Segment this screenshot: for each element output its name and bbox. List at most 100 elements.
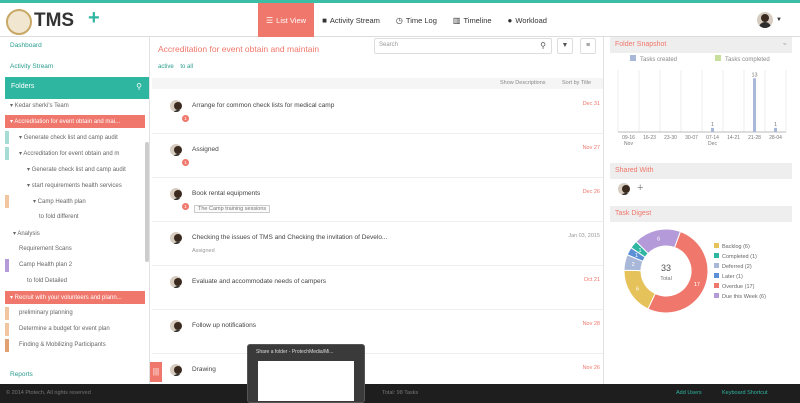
- assignee-avatar[interactable]: [170, 144, 182, 156]
- chevron-down-icon[interactable]: ▼: [776, 17, 782, 23]
- legend-swatch-completed: [715, 55, 721, 61]
- task-tag[interactable]: The Camp training sessions: [194, 205, 271, 213]
- bar[interactable]: [711, 127, 714, 132]
- task-row[interactable]: 1 Book rental equipments Dec 26 The Camp tr…: [152, 178, 603, 222]
- folder-snapshot-header: Folder Snapshot ⌁: [610, 37, 792, 53]
- task-title[interactable]: Follow up notifications: [192, 322, 256, 329]
- task-list-panel: Accreditation for event obtain and maint…: [152, 37, 604, 384]
- panel-title: Task Digest: [615, 210, 652, 217]
- search-icon[interactable]: ⚲: [136, 82, 142, 91]
- sidebar-item-dashboard[interactable]: Dashboard: [10, 42, 42, 49]
- scrollbar[interactable]: [145, 142, 149, 262]
- assignee-avatar[interactable]: [170, 276, 182, 288]
- task-digest-header: Task Digest: [610, 206, 792, 222]
- app-name[interactable]: TMS: [34, 10, 74, 32]
- task-title[interactable]: Checking the issues of TMS and Checking …: [192, 234, 387, 241]
- tree-item[interactable]: to fold Detailed: [5, 275, 145, 288]
- task-title[interactable]: Evaluate and accommodate needs of camper…: [192, 278, 326, 285]
- slice-value-label: 6: [636, 287, 639, 293]
- legend-label: Backlog (6): [722, 244, 750, 250]
- tree-item[interactable]: Camp Health plan 2: [5, 259, 145, 272]
- keyboard-shortcut-link[interactable]: Keyboard Shortcut: [722, 390, 768, 396]
- task-title[interactable]: Book rental equipments: [192, 190, 260, 197]
- task-row[interactable]: Checking the issues of TMS and Checking …: [152, 222, 603, 266]
- tab-time-log[interactable]: ◷ Time Log: [388, 3, 445, 37]
- tab-label: Timeline: [463, 15, 492, 25]
- assignee-avatar[interactable]: [170, 232, 182, 244]
- filter-all[interactable]: to all: [180, 64, 193, 70]
- list-icon: ☰: [266, 15, 274, 25]
- window-thumbnail[interactable]: Share a folder - ProtechMedia/Mi...: [247, 344, 365, 403]
- tree-item[interactable]: ▾ Generate check list and camp audit: [5, 131, 145, 144]
- x-tick-label: 14-21: [727, 135, 740, 141]
- show-descriptions-link[interactable]: Show Descriptions: [500, 80, 546, 86]
- tab-timeline[interactable]: ▥ Timeline: [445, 3, 500, 37]
- task-row[interactable]: Drawing Nov 26: [152, 354, 603, 384]
- folder-snapshot-chart: Tasks created Tasks completed 113109-16N…: [617, 55, 787, 147]
- task-title[interactable]: Assigned: [192, 146, 219, 153]
- legend-swatch: [714, 243, 719, 248]
- logo-icon[interactable]: [6, 9, 32, 35]
- tree-item[interactable]: ▾ Accreditation for event obtain and mai…: [5, 115, 145, 128]
- add-users-link[interactable]: Add Users: [676, 390, 702, 396]
- rss-icon[interactable]: ⌁: [783, 40, 787, 48]
- tab-activity-stream[interactable]: ■ Activity Stream: [314, 3, 388, 37]
- search-icon[interactable]: ⚲: [540, 41, 546, 50]
- digest-legend: Backlog (6) Completed (1) Deferred (2) Late…: [714, 243, 766, 300]
- bar-data-label: 1: [774, 122, 777, 128]
- assignee-avatar[interactable]: [170, 364, 182, 376]
- sidebar-item-reports[interactable]: Reports: [10, 371, 33, 378]
- user-avatar[interactable]: [757, 12, 773, 28]
- tab-list-view[interactable]: ☰ List View: [258, 3, 315, 37]
- legend-label: Due this Week (6): [722, 294, 766, 300]
- tree-item[interactable]: ▾ Generate check list and camp audit: [5, 163, 145, 176]
- menu-button[interactable]: ≡: [580, 38, 596, 54]
- tree-item[interactable]: preliminary planning: [5, 307, 145, 320]
- search-input[interactable]: Search ⚲: [374, 38, 552, 54]
- user-icon: ●: [507, 15, 513, 25]
- tree-item[interactable]: to fold different: [5, 211, 145, 224]
- tree-item[interactable]: ▾ start requirements health services: [5, 179, 145, 192]
- task-row[interactable]: Follow up notifications Nov 28: [152, 310, 603, 354]
- bar[interactable]: [753, 78, 756, 132]
- slice-value-label: 2: [632, 262, 635, 268]
- add-share-icon[interactable]: +: [637, 182, 643, 194]
- page-title: Accreditation for event obtain and maint…: [158, 44, 320, 54]
- tree-item[interactable]: ▾ Analysis: [5, 227, 145, 240]
- tree-item[interactable]: Finding & Mobilizing Participants: [5, 339, 145, 352]
- search-placeholder: Search: [379, 42, 399, 48]
- task-title[interactable]: Arrange for common check lists for medic…: [192, 102, 334, 109]
- assignee-avatar[interactable]: [170, 188, 182, 200]
- task-row[interactable]: 1 Assigned Nov 27: [152, 134, 603, 178]
- add-button[interactable]: +: [88, 7, 100, 30]
- filter-active[interactable]: active: [158, 64, 174, 70]
- tree-item-label: ▾ Generate check list and camp audit: [27, 167, 126, 173]
- task-row[interactable]: 1 Arrange for common check lists for medi…: [152, 90, 603, 134]
- donut-slice[interactable]: [623, 269, 656, 310]
- tree-item[interactable]: ▾ Recruit with your volunteers and plann…: [5, 291, 145, 304]
- assignee-avatar[interactable]: [170, 320, 182, 332]
- x-tick-label: 16-23: [643, 135, 656, 141]
- x-tick-label: 23-30: [664, 135, 677, 141]
- sort-by-link[interactable]: Sort by Title: [562, 80, 591, 86]
- tree-item-label: to fold Detailed: [27, 278, 68, 284]
- folder-color-marker: [5, 259, 9, 272]
- filter-button[interactable]: ▼: [557, 38, 573, 54]
- shared-user-avatar[interactable]: [618, 183, 630, 195]
- assignee-avatar[interactable]: [170, 100, 182, 112]
- footer: © 2014 Ptotech, All rights reserved Tota…: [0, 384, 800, 403]
- task-due-date: Dec 26: [582, 189, 600, 195]
- tree-item[interactable]: Requirement Scans: [5, 243, 145, 256]
- bar[interactable]: [774, 127, 777, 132]
- tab-workload[interactable]: ● Workload: [500, 3, 555, 37]
- tree-item[interactable]: ▾ Camp Health plan: [5, 195, 145, 208]
- legend-swatch: [714, 293, 719, 298]
- tree-item[interactable]: ▾ Kedar sherki's Team: [5, 99, 145, 112]
- sidebar-item-activity-stream[interactable]: Activity Stream: [10, 63, 53, 70]
- comment-count-badge: 1: [182, 115, 189, 122]
- comment-count-badge: 1: [182, 203, 189, 210]
- tree-item[interactable]: ▾ Accreditation for event obtain and m: [5, 147, 145, 160]
- tree-item[interactable]: Determine a budget for event plan: [5, 323, 145, 336]
- task-title[interactable]: Drawing: [192, 366, 216, 373]
- task-row[interactable]: Evaluate and accommodate needs of camper…: [152, 266, 603, 310]
